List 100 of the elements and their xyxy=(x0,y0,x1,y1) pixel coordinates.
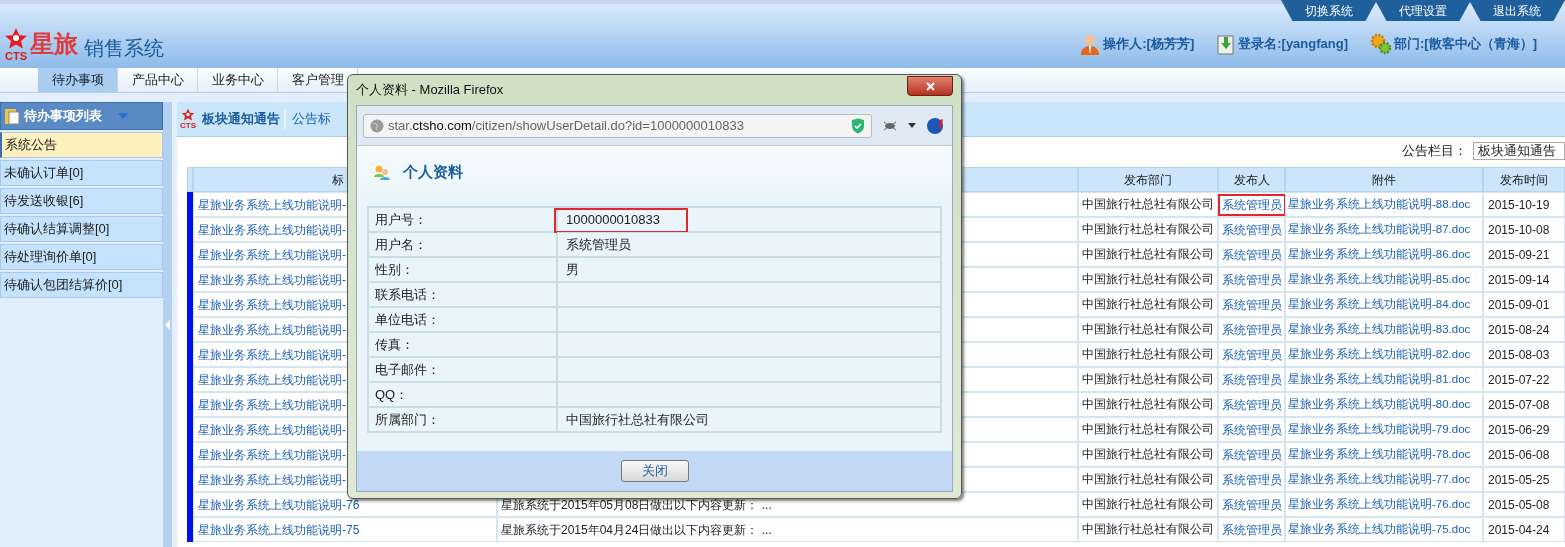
sidebar-item[interactable]: 待确认结算调整[0] xyxy=(0,216,163,242)
attachment-link[interactable]: 星旅业务系统上线功能说明-85.doc xyxy=(1285,267,1483,292)
field-label: 单位电话： xyxy=(368,307,557,332)
nav-tab[interactable]: 产品中心 xyxy=(118,68,198,92)
table-cell: 中国旅行社总社有限公司 xyxy=(1078,342,1218,367)
sidebar-title: 待办事项列表 xyxy=(24,107,102,126)
attachment-link[interactable]: 星旅业务系统上线功能说明-75.doc xyxy=(1285,517,1483,542)
attachment-link[interactable]: 星旅业务系统上线功能说明-83.doc xyxy=(1285,317,1483,342)
panel-title: 板块通知通告 xyxy=(202,109,286,129)
url-text: star.ctsho.com/citizen/showUserDetail.do?id=1000000010833 xyxy=(388,116,745,135)
bug-icon[interactable] xyxy=(882,119,898,132)
top-link[interactable]: 退出系统 xyxy=(1469,0,1565,21)
field-label: 用户名： xyxy=(368,232,557,257)
nav-tab[interactable]: 待办事项 xyxy=(38,68,118,92)
close-button[interactable] xyxy=(907,76,953,96)
filter-label: 公告栏目： xyxy=(1402,141,1467,160)
close-dialog-button[interactable]: 关闭 xyxy=(620,460,689,482)
logo-mark: CTS xyxy=(5,51,27,62)
field-label: QQ： xyxy=(368,382,557,407)
caret-icon xyxy=(118,113,128,119)
sidebar-item[interactable]: 未确认订单[0] xyxy=(0,160,163,186)
table-cell: 2015-07-22 xyxy=(1483,367,1565,392)
field-value: 1000000010833 xyxy=(557,207,941,232)
field-label: 性别： xyxy=(368,257,557,282)
column-header: 发布时间 xyxy=(1483,167,1565,192)
top-link[interactable]: 切换系统 xyxy=(1281,0,1377,21)
person-icon xyxy=(1079,33,1102,55)
field-label: 电子邮件： xyxy=(368,357,557,382)
attachment-link[interactable]: 星旅业务系统上线功能说明-80.doc xyxy=(1285,392,1483,417)
field-label: 传真： xyxy=(368,332,557,357)
attachment-link[interactable]: 星旅业务系统上线功能说明-81.doc xyxy=(1285,367,1483,392)
nav-tab[interactable]: 业务中心 xyxy=(198,68,278,92)
close-icon xyxy=(925,81,935,91)
user-info-text: 操作人:[杨芳芳] xyxy=(1103,35,1195,54)
attachment-link[interactable]: 星旅业务系统上线功能说明-77.doc xyxy=(1285,467,1483,492)
attachment-link[interactable]: 星旅业务系统上线功能说明-79.doc xyxy=(1285,417,1483,442)
table-cell: 中国旅行社总社有限公司 xyxy=(1078,417,1218,442)
logo-mark: CTS xyxy=(180,122,196,130)
table-cell: 中国旅行社总社有限公司 xyxy=(1078,292,1218,317)
table-cell: 中国旅行社总社有限公司 xyxy=(1078,217,1218,242)
sidebar-item[interactable]: 待发送收银[6] xyxy=(0,188,163,214)
title-link[interactable]: 星旅业务系统上线功能说明-75 xyxy=(193,517,497,542)
panel-tab[interactable]: 公告标 xyxy=(292,109,331,129)
field-label: 联系电话： xyxy=(368,282,557,307)
address-bar[interactable]: star.ctsho.com/citizen/showUserDetail.do?id=1000000010833 xyxy=(363,113,872,138)
globe-icon xyxy=(370,118,384,133)
table-cell: 2015-09-01 xyxy=(1483,292,1565,317)
brand-name: 星旅 xyxy=(30,32,78,56)
attachment-link[interactable]: 星旅业务系统上线功能说明-84.doc xyxy=(1285,292,1483,317)
table-cell: 中国旅行社总社有限公司 xyxy=(1078,517,1218,542)
table-cell: 中国旅行社总社有限公司 xyxy=(1078,367,1218,392)
table-cell: 2015-05-25 xyxy=(1483,467,1565,492)
table-cell: 2015-07-08 xyxy=(1483,392,1565,417)
attachment-link[interactable]: 星旅业务系统上线功能说明-76.doc xyxy=(1285,492,1483,517)
shield-icon xyxy=(851,117,865,134)
field-label: 所属部门： xyxy=(368,407,557,432)
table-cell: 2015-10-19 xyxy=(1483,192,1565,217)
user-info-text: 登录名:[yangfang] xyxy=(1238,35,1348,54)
dropdown-caret-icon[interactable] xyxy=(908,123,916,128)
window-title: 个人资料 - Mozilla Firefox xyxy=(356,81,504,100)
sidebar-item[interactable]: 待确认包团结算价[0] xyxy=(0,272,163,298)
field-value: 系统管理员 xyxy=(557,232,941,257)
attachment-link[interactable]: 星旅业务系统上线功能说明-87.doc xyxy=(1285,217,1483,242)
star-icon xyxy=(4,27,28,51)
table-cell: 2015-08-24 xyxy=(1483,317,1565,342)
download-document-icon xyxy=(1216,33,1237,55)
attachment-link[interactable]: 星旅业务系统上线功能说明-88.doc xyxy=(1285,192,1483,217)
column-header: 附件 xyxy=(1285,167,1483,192)
table-cell: 2015-10-08 xyxy=(1483,217,1565,242)
system-title: 销售系统 xyxy=(84,38,164,58)
category-select[interactable]: 板块通知通告 xyxy=(1473,141,1565,160)
table-cell: 中国旅行社总社有限公司 xyxy=(1078,242,1218,267)
column-header: 发布人 xyxy=(1218,167,1285,192)
star-icon xyxy=(180,108,196,122)
table-cell: 2015-06-29 xyxy=(1483,417,1565,442)
clipboard-icon xyxy=(4,107,20,125)
table-cell: 2015-09-21 xyxy=(1483,242,1565,267)
table-cell: 2015-09-14 xyxy=(1483,267,1565,292)
table-cell: 2015-08-03 xyxy=(1483,342,1565,367)
user-info-text: 部门:[散客中心（青海）] xyxy=(1394,35,1537,54)
field-value: 中国旅行社总社有限公司 xyxy=(557,407,941,432)
attachment-link[interactable]: 星旅业务系统上线功能说明-78.doc xyxy=(1285,442,1483,467)
sidebar-item[interactable]: 待处理询价单[0] xyxy=(0,244,163,270)
attachment-link[interactable]: 星旅业务系统上线功能说明-82.doc xyxy=(1285,342,1483,367)
top-link[interactable]: 代理设置 xyxy=(1375,0,1471,21)
table-cell: 中国旅行社总社有限公司 xyxy=(1078,392,1218,417)
table-cell: 中国旅行社总社有限公司 xyxy=(1078,317,1218,342)
table-cell: 中国旅行社总社有限公司 xyxy=(1078,267,1218,292)
header-cell xyxy=(187,167,193,192)
attachment-link[interactable]: 星旅业务系统上线功能说明-86.doc xyxy=(1285,242,1483,267)
browser-extension-icon[interactable] xyxy=(926,116,946,135)
field-value: 男 xyxy=(557,257,941,282)
table-cell: 2015-04-24 xyxy=(1483,517,1565,542)
table-cell: 中国旅行社总社有限公司 xyxy=(1078,192,1218,217)
table-cell: 2015-05-08 xyxy=(1483,492,1565,517)
sidebar-item[interactable]: 系统公告 xyxy=(0,132,163,158)
table-cell: 中国旅行社总社有限公司 xyxy=(1078,442,1218,467)
table-cell: 2015-06-08 xyxy=(1483,442,1565,467)
summary-text: 星旅系统于2015年04月24日做出以下内容更新： ... xyxy=(497,517,1078,542)
gears-icon xyxy=(1370,33,1392,55)
